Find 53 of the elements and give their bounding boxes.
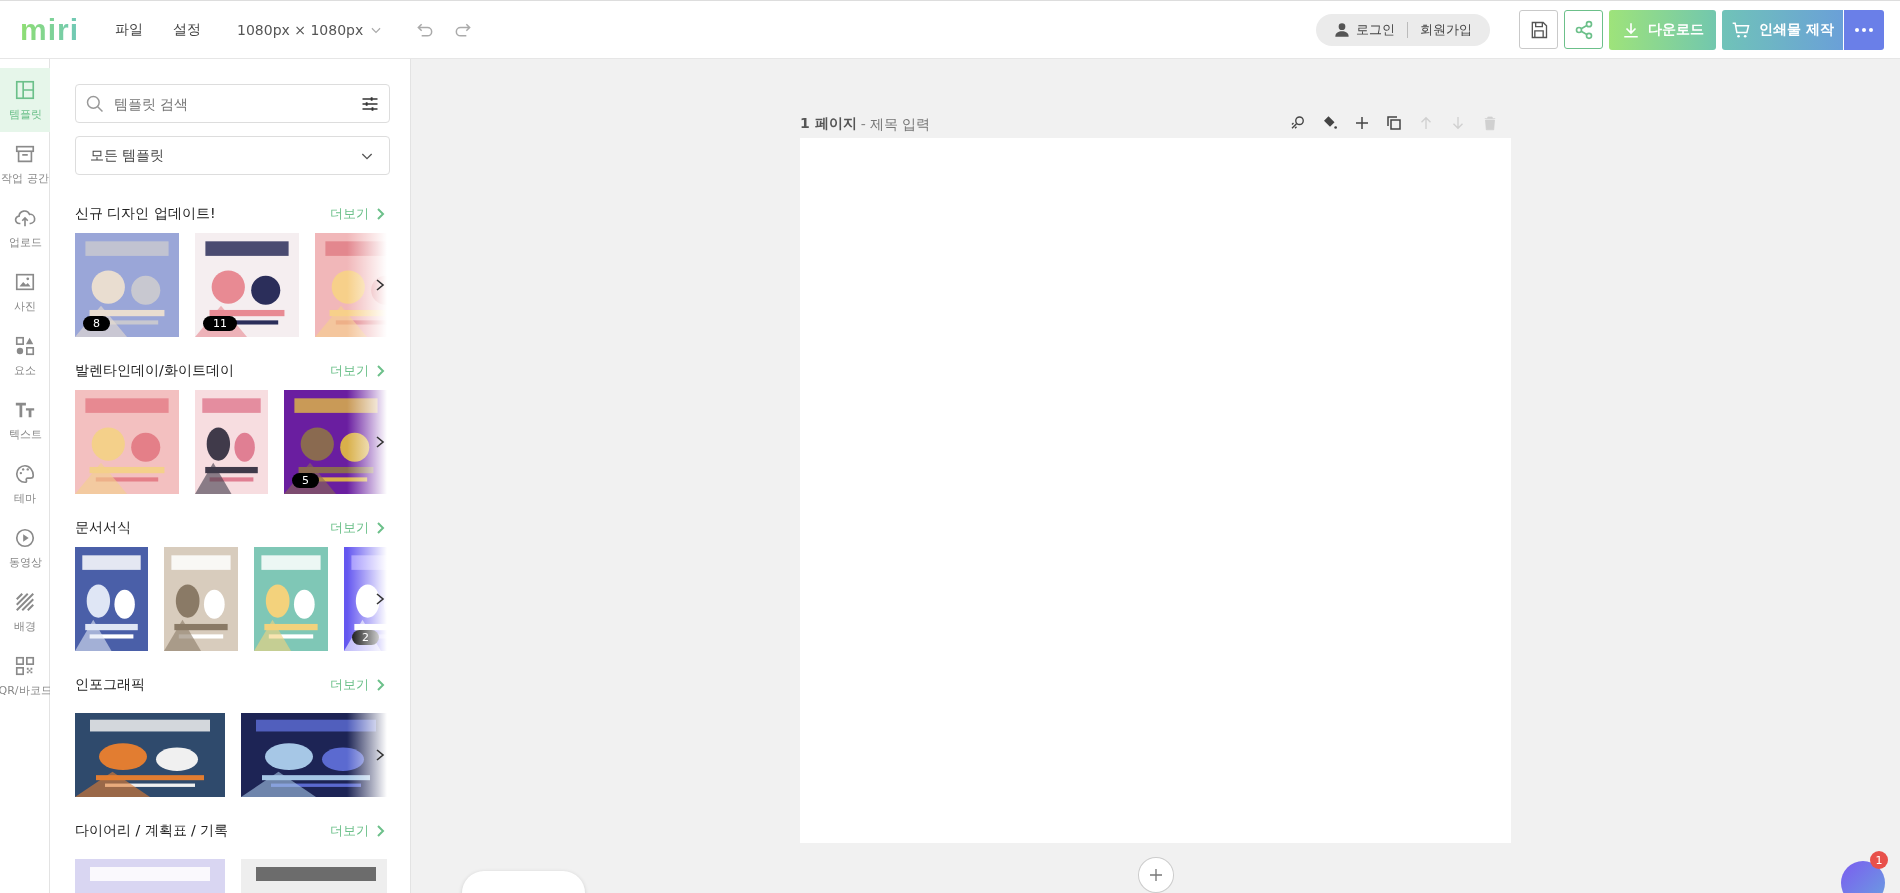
qr-code-icon — [14, 654, 36, 677]
sidebar-item[interactable]: 동영상 — [0, 516, 50, 580]
sidebar-item[interactable]: 테마 — [0, 452, 50, 516]
see-more-link[interactable]: 더보기 — [330, 205, 390, 223]
section-title: 다이어리 / 계획표 / 기록 — [75, 822, 229, 840]
canvas-size-dropdown[interactable]: 1080px × 1080px — [231, 20, 390, 39]
share-icon — [1573, 19, 1594, 40]
share-button[interactable] — [1564, 10, 1603, 49]
separator: - — [860, 116, 866, 133]
plus-icon — [1147, 867, 1164, 884]
play-icon — [14, 526, 36, 549]
person-icon — [1334, 21, 1350, 38]
more-button[interactable] — [1844, 9, 1884, 50]
chevron-right-icon — [375, 679, 385, 691]
see-more-link[interactable]: 더보기 — [330, 676, 390, 694]
filter-icon[interactable] — [360, 94, 380, 114]
chevron-right-icon — [375, 522, 385, 534]
page-label: 1 페이지 — [800, 115, 857, 134]
chevron-right-icon — [375, 208, 385, 220]
see-more-link[interactable]: 더보기 — [330, 519, 390, 537]
menu-item[interactable]: 설정 — [173, 16, 202, 43]
layout-icon — [14, 78, 36, 101]
chevron-right-icon — [375, 365, 385, 377]
search-field[interactable]: 템플릿 검색 — [75, 84, 390, 123]
sidebar-item[interactable]: 업로드 — [0, 196, 50, 260]
see-more-link[interactable]: 더보기 — [330, 362, 390, 380]
print-order-button[interactable]: 인쇄물 제작 — [1722, 9, 1843, 50]
sidebar-item[interactable]: 텍스트 — [0, 388, 50, 452]
menu-item[interactable]: 파일 — [115, 16, 144, 43]
chevron-right-icon — [375, 825, 385, 837]
section-title: 문서서식 — [75, 519, 131, 537]
page-count: 11 — [203, 316, 237, 331]
notification-badge: 1 — [1870, 851, 1888, 869]
download-icon — [1621, 20, 1640, 39]
sidebar-item[interactable]: 사진 — [0, 260, 50, 324]
section-title: 발렌타인데이/화이트데이 — [75, 362, 234, 380]
sidebar-item[interactable]: 요소 — [0, 324, 50, 388]
stripes-icon — [14, 590, 36, 613]
page-title-field[interactable]: 제목 입력 — [869, 116, 990, 133]
shapes-icon — [14, 334, 36, 357]
section-title: 신규 디자인 업데이트! — [75, 205, 216, 223]
more-icon — [1855, 27, 1873, 32]
template-filter-dropdown[interactable]: 모든 템플릿 — [75, 136, 390, 175]
see-more-link[interactable]: 더보기 — [330, 822, 390, 840]
login-button[interactable]: 로그인 — [1334, 20, 1395, 39]
sidebar-item[interactable]: 배경 — [0, 580, 50, 644]
save-button[interactable] — [1519, 10, 1558, 49]
sidebar-item[interactable]: 템플릿 — [0, 68, 50, 132]
sidebar-item[interactable]: 작업 공간 — [0, 132, 50, 196]
signup-button[interactable]: 회원가입 — [1420, 20, 1472, 39]
palette-icon — [14, 462, 36, 485]
section-title: 인포그래픽 — [75, 676, 145, 694]
add-page-button[interactable] — [1137, 857, 1174, 893]
